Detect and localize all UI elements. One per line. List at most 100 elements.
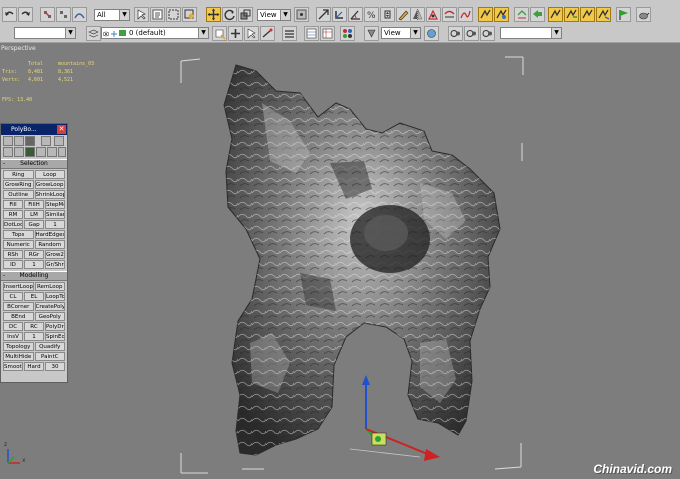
polyboost-button[interactable]: PolyDraw: [45, 322, 65, 331]
polyboost-button[interactable]: Random: [34, 240, 65, 249]
x-axis-arrow[interactable]: [424, 449, 440, 461]
move-icon[interactable]: [206, 7, 221, 22]
polyboost-button[interactable]: InsV: [3, 332, 23, 341]
render-frame-icon[interactable]: [530, 7, 545, 22]
unlink-icon[interactable]: [56, 7, 71, 22]
polyboost-button[interactable]: 1: [24, 332, 44, 341]
polyboost-button[interactable]: ShrinkLoop: [34, 190, 65, 199]
polyboost-button[interactable]: GrowRing: [3, 180, 34, 189]
layers-icon[interactable]: [86, 26, 101, 41]
element-mode-icon[interactable]: [25, 147, 35, 157]
polyboost-button[interactable]: CreatePoly: [34, 302, 65, 311]
view-dropdown[interactable]: View ▼: [381, 27, 421, 39]
polyboost-button[interactable]: StepMode: [45, 200, 65, 209]
spinner-snap-icon[interactable]: [380, 7, 395, 22]
polyboost-button[interactable]: FillH: [24, 200, 44, 209]
selection-section-header[interactable]: - Selection: [1, 159, 67, 169]
polyboost-button[interactable]: Quadify: [34, 342, 65, 351]
select-link-icon[interactable]: [40, 7, 55, 22]
arrow-left-icon[interactable]: [3, 147, 13, 157]
scale-icon[interactable]: [238, 7, 253, 22]
polyboost-button[interactable]: MultiHide: [3, 352, 34, 361]
polyboost-button[interactable]: Outline: [3, 190, 34, 199]
rotate-icon[interactable]: [222, 7, 237, 22]
snaps-toggle-icon[interactable]: [332, 7, 347, 22]
polyboost-button[interactable]: DotLoop: [3, 220, 23, 229]
polyboost-button[interactable]: Gap: [24, 220, 44, 229]
select-in-layer-icon[interactable]: [244, 26, 259, 41]
rock-arch-mesh[interactable]: [223, 64, 501, 456]
viewport-shading-icon[interactable]: [364, 26, 379, 41]
link-c-icon[interactable]: [480, 26, 495, 41]
polyboost-button[interactable]: BEnd: [3, 312, 34, 321]
wire-mode-icon[interactable]: [36, 147, 46, 157]
redo-icon[interactable]: [18, 7, 33, 22]
select-mode-icon[interactable]: [47, 147, 57, 157]
polyboost-button[interactable]: EL: [24, 292, 44, 301]
polyboost-button[interactable]: LM: [24, 210, 44, 219]
polyboost-button[interactable]: GeoPoly: [34, 312, 65, 321]
render-last-icon[interactable]: [564, 7, 579, 22]
polyboost-button[interactable]: Numeric: [3, 240, 34, 249]
add-to-layer-icon[interactable]: [228, 26, 243, 41]
polyboost-button[interactable]: InsertLoop: [3, 282, 34, 291]
curve-editor-icon[interactable]: [458, 7, 473, 22]
empty-dropdown[interactable]: ▼: [500, 27, 562, 39]
layer-dropdown[interactable]: 0 (default) ▼: [101, 27, 209, 39]
polyboost-button[interactable]: 30: [45, 362, 65, 371]
polyboost-button[interactable]: Similar: [45, 210, 65, 219]
set-current-layer-icon[interactable]: [260, 26, 275, 41]
flag-icon[interactable]: [616, 7, 631, 22]
modelling-section-header[interactable]: - Modelling: [1, 271, 67, 281]
environment-icon[interactable]: [596, 7, 611, 22]
border-mode-icon[interactable]: [25, 136, 35, 146]
polyboost-button[interactable]: Gr/Shr: [45, 260, 65, 269]
align-icon[interactable]: [426, 7, 441, 22]
activeshade-icon[interactable]: [580, 7, 595, 22]
polyboost-button[interactable]: Hard: [24, 362, 44, 371]
mirror-icon[interactable]: [410, 7, 425, 22]
edit-named-selection-icon[interactable]: [396, 7, 411, 22]
polyboost-button[interactable]: Fill: [3, 200, 23, 209]
polyboost-button[interactable]: 1: [24, 260, 44, 269]
arrow-right-icon[interactable]: [58, 147, 66, 157]
polyboost-button[interactable]: RemLoop: [34, 282, 65, 291]
polyboost-titlebar[interactable]: PolyBo... ✕: [1, 124, 67, 135]
angle-snap-icon[interactable]: [348, 7, 363, 22]
polyboost-button[interactable]: 1: [45, 220, 65, 229]
render-setup-icon[interactable]: [514, 7, 529, 22]
link-a-icon[interactable]: [448, 26, 463, 41]
polyboost-button[interactable]: RM: [3, 210, 23, 219]
polyboost-button[interactable]: Loop: [34, 170, 65, 179]
add-icon[interactable]: [41, 136, 51, 146]
select-object-icon[interactable]: [134, 7, 149, 22]
z-axis-arrow[interactable]: [362, 375, 370, 385]
bind-space-warp-icon[interactable]: [72, 7, 87, 22]
select-manipulate-icon[interactable]: [316, 7, 331, 22]
vertex-mode-icon[interactable]: [3, 136, 13, 146]
material-editor-icon[interactable]: [494, 7, 509, 22]
globe-icon[interactable]: [424, 26, 439, 41]
polyboost-button[interactable]: PaintC: [34, 352, 65, 361]
polyboost-button[interactable]: GrowLoop: [34, 180, 65, 189]
polyboost-button[interactable]: RC: [24, 322, 44, 331]
link-b-icon[interactable]: [464, 26, 479, 41]
polyboost-button[interactable]: LoopTools: [45, 292, 65, 301]
polyboost-button[interactable]: Ring: [3, 170, 34, 179]
polyboost-button[interactable]: ID: [3, 260, 23, 269]
selection-filter-dropdown[interactable]: All ▼: [94, 9, 130, 21]
teapot-render-icon[interactable]: [636, 7, 651, 22]
polyboost-button[interactable]: BCorner: [3, 302, 34, 311]
quick-render-icon[interactable]: [548, 7, 563, 22]
polyboost-button[interactable]: Grow2: [45, 250, 65, 259]
window-crossing-icon[interactable]: [182, 7, 197, 22]
grid-icon[interactable]: [304, 26, 319, 41]
new-layer-icon[interactable]: [212, 26, 227, 41]
named-selection-dropdown[interactable]: ▼: [14, 27, 76, 39]
polyboost-button[interactable]: HardEdges: [34, 230, 65, 239]
schematic-view-icon[interactable]: [478, 7, 493, 22]
polyboost-button[interactable]: Topology: [3, 342, 34, 351]
poly-mode-icon[interactable]: [14, 147, 24, 157]
close-icon[interactable]: ✕: [57, 125, 66, 134]
table-icon[interactable]: [320, 26, 335, 41]
